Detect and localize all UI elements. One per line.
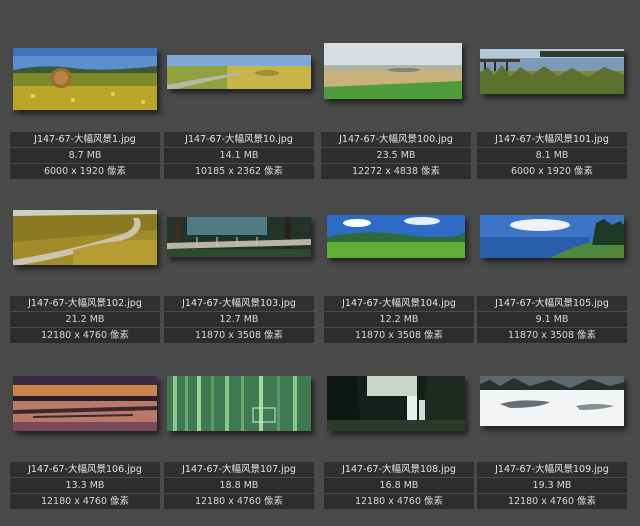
file-tile[interactable]: J147-67-大幅风景102.jpg 21.2 MB 12180 x 4760…: [10, 210, 160, 352]
file-tile[interactable]: J147-67-大幅风景108.jpg 16.8 MB 12180 x 4760…: [324, 376, 474, 518]
file-size: 21.2 MB: [10, 312, 160, 327]
file-size: 8.7 MB: [10, 148, 160, 163]
file-size: 8.1 MB: [477, 148, 627, 163]
file-dimensions: 11870 x 3508 像素: [164, 328, 314, 343]
file-size: 12.7 MB: [164, 312, 314, 327]
file-size: 16.8 MB: [324, 478, 474, 493]
file-name: J147-67-大幅风景102.jpg: [10, 296, 160, 311]
file-tile[interactable]: J147-67-大幅风景100.jpg 23.5 MB 12272 x 4838…: [321, 43, 471, 185]
file-name: J147-67-大幅风景103.jpg: [164, 296, 314, 311]
foggy-plain-image: [324, 43, 462, 99]
bamboo-forest-image: [167, 376, 311, 431]
thumbnail-jungle-waterfall[interactable]: [327, 376, 465, 431]
file-dimensions: 10185 x 2362 像素: [164, 164, 314, 179]
green-hills-sky-image: [327, 215, 465, 258]
thumbnail-hay-bale-field[interactable]: [13, 48, 157, 110]
file-meta: J147-67-大幅风景109.jpg 19.3 MB 12180 x 4760…: [477, 462, 627, 510]
file-dimensions: 12180 x 4760 像素: [477, 494, 627, 509]
file-meta: J147-67-大幅风景103.jpg 12.7 MB 11870 x 3508…: [164, 296, 314, 344]
thumbnail-forest-bridge[interactable]: [167, 217, 311, 257]
coastal-cliff-image: [480, 215, 624, 258]
winding-road-field-image: [13, 210, 157, 265]
file-dimensions: 6000 x 1920 像素: [10, 164, 160, 179]
file-name: J147-67-大幅风景1.jpg: [10, 132, 160, 147]
sunset-lake-image: [13, 376, 157, 431]
file-meta: J147-67-大幅风景101.jpg 8.1 MB 6000 x 1920 像…: [477, 132, 627, 180]
file-tile[interactable]: J147-67-大幅风景103.jpg 12.7 MB 11870 x 3508…: [164, 217, 314, 359]
file-name: J147-67-大幅风景10.jpg: [164, 132, 314, 147]
file-meta: J147-67-大幅风景106.jpg 13.3 MB 12180 x 4760…: [10, 462, 160, 510]
hay-bale-field-image: [13, 48, 157, 110]
file-name: J147-67-大幅风景100.jpg: [321, 132, 471, 147]
file-dimensions: 12180 x 4760 像素: [10, 494, 160, 509]
file-name: J147-67-大幅风景105.jpg: [477, 296, 627, 311]
snowy-field-image: [480, 376, 624, 426]
file-name: J147-67-大幅风景107.jpg: [164, 462, 314, 477]
file-size: 13.3 MB: [10, 478, 160, 493]
file-tile[interactable]: J147-67-大幅风景104.jpg 12.2 MB 11870 x 3508…: [324, 215, 474, 357]
thumbnail-bamboo-forest[interactable]: [167, 376, 311, 431]
file-meta: J147-67-大幅风景100.jpg 23.5 MB 12272 x 4838…: [321, 132, 471, 180]
file-name: J147-67-大幅风景101.jpg: [477, 132, 627, 147]
file-name: J147-67-大幅风景104.jpg: [324, 296, 474, 311]
file-size: 19.3 MB: [477, 478, 627, 493]
file-tile[interactable]: J147-67-大幅风景105.jpg 9.1 MB 11870 x 3508 …: [477, 215, 627, 357]
image-browser: J147-67-大幅风景1.jpg 8.7 MB 6000 x 1920 像素 …: [0, 0, 640, 526]
file-name: J147-67-大幅风景108.jpg: [324, 462, 474, 477]
file-dimensions: 12180 x 4760 像素: [324, 494, 474, 509]
file-name: J147-67-大幅风景109.jpg: [477, 462, 627, 477]
file-tile[interactable]: J147-67-大幅风景101.jpg 8.1 MB 6000 x 1920 像…: [477, 49, 627, 191]
thumbnail-country-road[interactable]: [167, 55, 311, 89]
lake-pier-image: [480, 49, 624, 94]
file-dimensions: 12180 x 4760 像素: [10, 328, 160, 343]
thumbnail-coastal-cliff[interactable]: [480, 215, 624, 258]
file-meta: J147-67-大幅风景105.jpg 9.1 MB 11870 x 3508 …: [477, 296, 627, 344]
thumbnail-winding-road[interactable]: [13, 210, 157, 265]
file-meta: J147-67-大幅风景10.jpg 14.1 MB 10185 x 2362 …: [164, 132, 314, 180]
file-size: 12.2 MB: [324, 312, 474, 327]
file-dimensions: 11870 x 3508 像素: [477, 328, 627, 343]
file-dimensions: 6000 x 1920 像素: [477, 164, 627, 179]
file-size: 9.1 MB: [477, 312, 627, 327]
file-size: 14.1 MB: [164, 148, 314, 163]
file-meta: J147-67-大幅风景1.jpg 8.7 MB 6000 x 1920 像素: [10, 132, 160, 180]
file-meta: J147-67-大幅风景102.jpg 21.2 MB 12180 x 4760…: [10, 296, 160, 344]
file-tile[interactable]: J147-67-大幅风景1.jpg 8.7 MB 6000 x 1920 像素: [10, 48, 160, 190]
forest-bridge-image: [167, 217, 311, 257]
file-tile[interactable]: J147-67-大幅风景107.jpg 18.8 MB 12180 x 4760…: [164, 376, 314, 518]
file-dimensions: 12272 x 4838 像素: [321, 164, 471, 179]
thumbnail-green-hills[interactable]: [327, 215, 465, 258]
thumbnail-snowy-field[interactable]: [480, 376, 624, 426]
thumbnail-lake-pier[interactable]: [480, 49, 624, 94]
thumbnail-plain-fog[interactable]: [324, 43, 462, 99]
jungle-waterfall-image: [327, 376, 465, 431]
file-tile[interactable]: J147-67-大幅风景10.jpg 14.1 MB 10185 x 2362 …: [164, 55, 314, 197]
file-meta: J147-67-大幅风景108.jpg 16.8 MB 12180 x 4760…: [324, 462, 474, 510]
file-size: 18.8 MB: [164, 478, 314, 493]
file-tile[interactable]: J147-67-大幅风景106.jpg 13.3 MB 12180 x 4760…: [10, 376, 160, 518]
thumbnail-sunset-lake[interactable]: [13, 376, 157, 431]
file-dimensions: 11870 x 3508 像素: [324, 328, 474, 343]
file-name: J147-67-大幅风景106.jpg: [10, 462, 160, 477]
file-size: 23.5 MB: [321, 148, 471, 163]
file-tile[interactable]: J147-67-大幅风景109.jpg 19.3 MB 12180 x 4760…: [477, 376, 627, 518]
file-dimensions: 12180 x 4760 像素: [164, 494, 314, 509]
file-meta: J147-67-大幅风景104.jpg 12.2 MB 11870 x 3508…: [324, 296, 474, 344]
file-meta: J147-67-大幅风景107.jpg 18.8 MB 12180 x 4760…: [164, 462, 314, 510]
country-road-image: [167, 55, 311, 89]
